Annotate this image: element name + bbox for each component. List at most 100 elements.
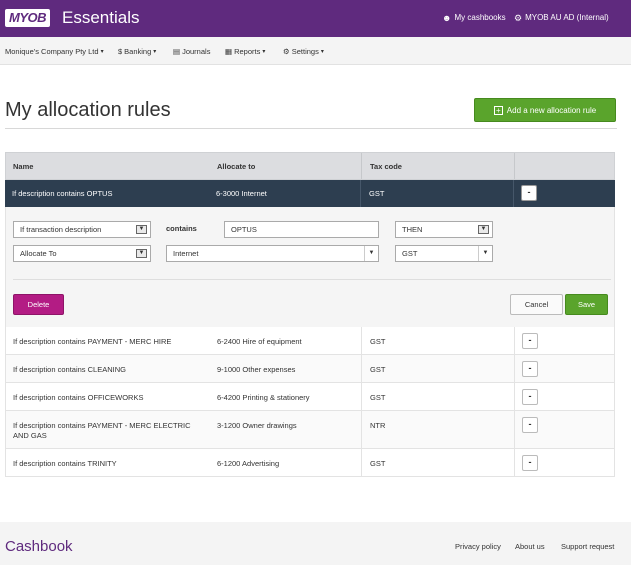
cancel-button[interactable]: Cancel xyxy=(510,294,563,315)
column-divider xyxy=(513,180,514,207)
tax-code-select-value: GST xyxy=(402,249,418,258)
my-cashbooks-link[interactable]: ☻ My cashbooks xyxy=(442,13,506,23)
table-row[interactable]: If description contains OFFICEWORKS 6-42… xyxy=(6,383,614,411)
plus-icon: + xyxy=(493,105,503,115)
rule-tax-code: GST xyxy=(369,189,385,198)
expand-rule-button[interactable]: - xyxy=(522,389,538,405)
table-row[interactable]: If description contains PAYMENT - MERC E… xyxy=(6,411,614,449)
footer-brand: Cashbook xyxy=(5,538,73,555)
contains-input[interactable]: OPTUS xyxy=(224,221,379,238)
rule-name: If description contains TRINITY xyxy=(13,459,117,468)
chevron-down-icon: ▾ xyxy=(100,49,104,55)
allocation-rules-table: Name Allocate to Tax code If description… xyxy=(5,152,615,477)
rule-allocate-to: 3-1200 Owner drawings xyxy=(217,421,297,430)
tax-code-select[interactable]: GST ▼ xyxy=(395,245,493,262)
save-button[interactable]: Save xyxy=(565,294,608,315)
journals-label: Journals xyxy=(182,47,211,56)
title-divider xyxy=(5,128,617,129)
settings-label: Settings xyxy=(291,47,319,56)
dollar-icon: $ xyxy=(118,47,123,56)
chevron-down-icon: ▼ xyxy=(136,225,147,234)
journals-menu[interactable]: ▤ Journals xyxy=(173,47,210,56)
chevron-down-icon: ▾ xyxy=(262,49,266,55)
column-divider xyxy=(361,355,362,382)
column-divider xyxy=(514,383,515,410)
banking-menu[interactable]: $ Banking ▾ xyxy=(118,47,156,56)
rule-allocate-to: 6-3000 Internet xyxy=(216,189,267,198)
rule-editor-panel: If transaction description ▼ contains OP… xyxy=(5,207,615,327)
rule-allocate-to: 6-2400 Hire of equipment xyxy=(217,337,302,346)
rule-name: If description contains PAYMENT - MERC H… xyxy=(13,337,172,346)
rule-allocate-to: 9-1000 Other expenses xyxy=(217,365,296,374)
rule-allocate-to: 6-4200 Printing & stationery xyxy=(217,393,310,402)
column-divider xyxy=(514,411,515,448)
footer: Cashbook Privacy policy About us Support… xyxy=(0,522,631,565)
page-title: My allocation rules xyxy=(5,99,171,121)
then-select-value: THEN xyxy=(402,225,423,234)
chevron-down-icon: ▾ xyxy=(320,49,324,55)
account-select[interactable]: Internet ▼ xyxy=(166,245,379,262)
privacy-policy-link[interactable]: Privacy policy xyxy=(455,542,501,551)
gear-icon: ⚙ xyxy=(514,13,523,23)
settings-menu[interactable]: ⚙ Settings ▾ xyxy=(283,47,324,56)
expand-rule-button[interactable]: - xyxy=(522,333,538,349)
rule-tax-code: GST xyxy=(370,337,386,346)
reports-label: Reports xyxy=(234,47,261,56)
myob-logo[interactable]: MYOB xyxy=(5,9,50,27)
about-us-link[interactable]: About us xyxy=(515,542,545,551)
company-label: Monique's Company Pty Ltd xyxy=(5,47,99,56)
chevron-down-icon: ▾ xyxy=(153,49,157,55)
account-label: MYOB AU AD (Internal) xyxy=(525,13,609,22)
chevron-down-icon: ▼ xyxy=(136,249,147,258)
chevron-down-icon: ▼ xyxy=(364,246,378,261)
column-divider xyxy=(360,180,361,207)
then-select[interactable]: THEN ▼ xyxy=(395,221,493,238)
column-divider xyxy=(514,327,515,354)
product-name: Essentials xyxy=(62,8,140,27)
add-allocation-rule-button[interactable]: + Add a new allocation rule xyxy=(474,98,616,122)
column-divider xyxy=(361,383,362,410)
header-name[interactable]: Name xyxy=(13,162,33,171)
column-divider xyxy=(514,153,515,179)
expand-rule-button[interactable]: - xyxy=(522,455,538,471)
expand-rule-button[interactable]: - xyxy=(522,417,538,433)
column-divider xyxy=(361,153,362,179)
rule-tax-code: GST xyxy=(370,459,386,468)
my-cashbooks-label: My cashbooks xyxy=(454,13,506,22)
chevron-down-icon: ▼ xyxy=(478,225,489,234)
company-menu[interactable]: Monique's Company Pty Ltd ▾ xyxy=(5,47,104,56)
editor-divider xyxy=(13,279,611,280)
rule-name: If description contains CLEANING xyxy=(13,365,126,374)
account-menu[interactable]: ⚙ MYOB AU AD (Internal) xyxy=(514,13,609,23)
column-divider xyxy=(361,449,362,476)
column-divider xyxy=(361,327,362,354)
add-allocation-rule-label: Add a new allocation rule xyxy=(506,105,597,115)
table-row-selected[interactable]: If description contains OPTUS 6-3000 Int… xyxy=(5,180,615,207)
reports-menu[interactable]: ▦ Reports ▾ xyxy=(225,47,265,56)
column-divider xyxy=(361,411,362,448)
rule-allocate-to: 6-1200 Advertising xyxy=(217,459,280,468)
rule-name: If description contains PAYMENT - MERC E… xyxy=(13,421,191,440)
header-allocate-to[interactable]: Allocate to xyxy=(217,162,255,171)
column-divider xyxy=(514,449,515,476)
rule-name: If description contains OPTUS xyxy=(12,189,113,198)
condition-select-value: If transaction description xyxy=(20,225,102,234)
user-icon: ☻ xyxy=(442,13,452,23)
rule-name: If description contains OFFICEWORKS xyxy=(13,393,144,402)
chart-icon: ▦ xyxy=(225,47,233,56)
document-icon: ▤ xyxy=(173,47,181,56)
support-request-link[interactable]: Support request xyxy=(561,542,614,551)
expand-rule-button[interactable]: - xyxy=(522,361,538,377)
header-tax-code[interactable]: Tax code xyxy=(370,162,402,171)
table-row[interactable]: If description contains TRINITY 6-1200 A… xyxy=(6,449,614,477)
delete-button[interactable]: Delete xyxy=(13,294,64,315)
rule-tax-code: NTR xyxy=(370,421,386,430)
condition-select[interactable]: If transaction description ▼ xyxy=(13,221,151,238)
table-header: Name Allocate to Tax code xyxy=(5,152,615,180)
column-divider xyxy=(514,355,515,382)
table-row[interactable]: If description contains PAYMENT - MERC H… xyxy=(6,327,614,355)
collapse-rule-button[interactable]: - xyxy=(521,185,537,201)
table-row[interactable]: If description contains CLEANING 9-1000 … xyxy=(6,355,614,383)
rules-list: If description contains PAYMENT - MERC H… xyxy=(5,327,615,477)
action-select[interactable]: Allocate To ▼ xyxy=(13,245,151,262)
